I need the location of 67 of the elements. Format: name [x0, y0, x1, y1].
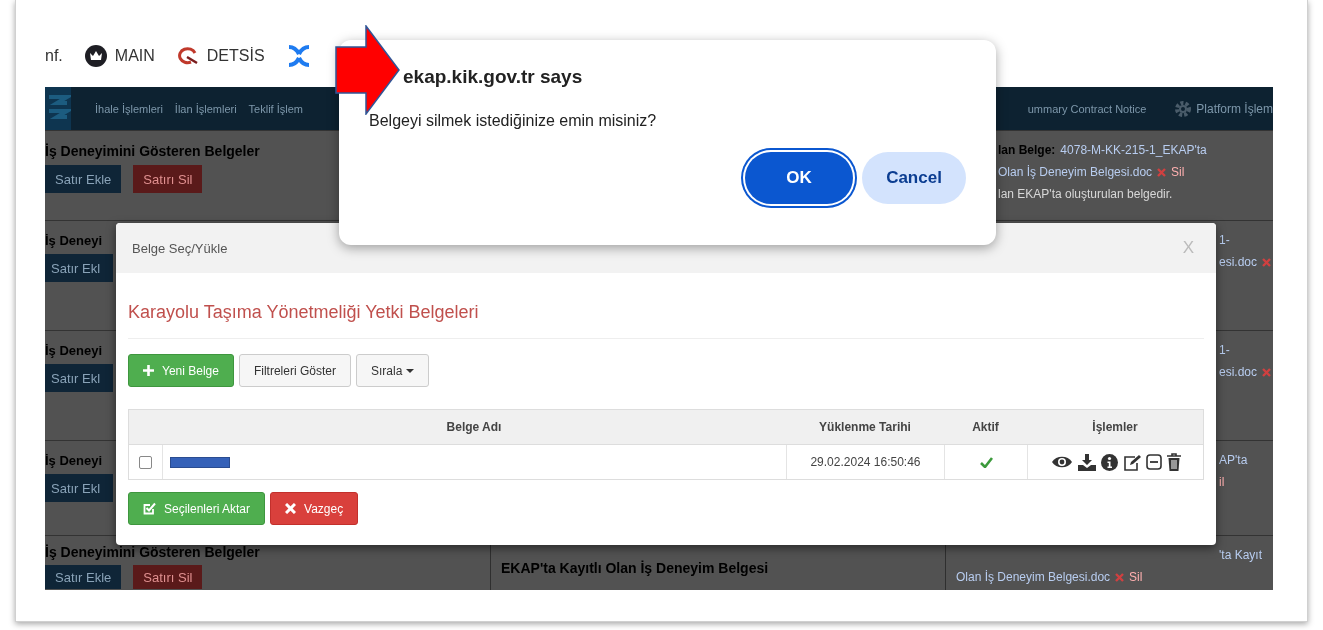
- note-text: lan EKAP'ta oluşturulan belgedir.: [998, 187, 1173, 201]
- cancel-button[interactable]: Cancel: [862, 152, 966, 204]
- swirl-icon: [176, 46, 199, 65]
- column-header: Belge Adı: [446, 420, 502, 434]
- minus-square-icon[interactable]: [1145, 454, 1162, 470]
- field-label: lan Belge:: [998, 143, 1056, 157]
- file-link[interactable]: 1-: [1219, 343, 1230, 357]
- logo-icon: [45, 87, 71, 130]
- file-link[interactable]: esi.doc: [1219, 365, 1258, 379]
- add-row-button[interactable]: Satır Ekle: [45, 565, 122, 589]
- add-row-button[interactable]: Satır Ekl: [45, 474, 113, 502]
- dialog-title: Belge Seç/Yükle: [132, 240, 228, 256]
- delete-link[interactable]: Sil: [1171, 165, 1185, 179]
- check-square-icon: [143, 502, 156, 515]
- bookmark-label[interactable]: nf.: [45, 46, 63, 65]
- crown-icon: [84, 44, 107, 67]
- sort-button[interactable]: Sırala: [355, 354, 430, 387]
- eye-icon[interactable]: [1050, 455, 1073, 469]
- info-icon[interactable]: [1100, 453, 1118, 471]
- section-title: İş Deneyimini Gösteren Belgeler: [45, 544, 260, 560]
- filter-button[interactable]: Filtreleri Göster: [238, 354, 351, 387]
- cancel-button[interactable]: Vazgeç: [270, 492, 359, 525]
- section-title: İş Deneyi: [45, 453, 103, 468]
- add-row-button[interactable]: Satır Ekl: [45, 254, 113, 282]
- caret-icon: [406, 368, 415, 373]
- cross-icon[interactable]: [286, 44, 311, 67]
- delete-row-button[interactable]: Satırı Sil: [133, 165, 203, 193]
- delete-link[interactable]: il: [1219, 475, 1225, 489]
- file-link[interactable]: Olan İş Deneyim Belgesi.doc: [956, 570, 1111, 584]
- nav-item[interactable]: Teklif İşlem: [248, 102, 303, 115]
- close-icon: [285, 503, 297, 514]
- nav-item[interactable]: İlan İşlemleri: [174, 102, 237, 115]
- section-title: İş Deneyi: [45, 343, 103, 358]
- new-document-button[interactable]: Yeni Belge: [128, 354, 234, 387]
- file-link[interactable]: 4078-M-KK-215-1_EKAP'ta: [1060, 143, 1207, 157]
- download-icon[interactable]: [1077, 453, 1096, 471]
- document-title: EKAP'ta Kayıtlı Olan İş Deneyim Belgesi: [501, 560, 769, 576]
- dialog-heading: Karayolu Taşıma Yönetmeliği Yetki Belgeleri: [128, 273, 1204, 339]
- file-link[interactable]: 'ta Kayıt: [1219, 548, 1262, 562]
- plus-icon: [143, 365, 154, 376]
- nav-item[interactable]: Platform İşlem: [1196, 101, 1273, 116]
- delete-row-button[interactable]: Satırı Sil: [133, 565, 203, 589]
- trash-icon[interactable]: [1166, 453, 1181, 471]
- table-cell: 29.02.2024 16:50:46: [810, 455, 921, 469]
- add-row-button[interactable]: Satır Ekle: [45, 165, 122, 193]
- alert-title: ekap.kik.gov.tr says: [402, 66, 584, 88]
- row-checkbox[interactable]: [139, 455, 152, 469]
- settings-icon[interactable]: [1174, 99, 1193, 118]
- delete-link[interactable]: Sil: [1129, 570, 1143, 584]
- nav-item[interactable]: İhale İşlemleri: [95, 102, 163, 115]
- transfer-selected-button[interactable]: Seçilenleri Aktar: [128, 492, 266, 525]
- section-title: İş Deneyimini Gösteren Belgeler: [45, 143, 260, 159]
- column-header: Aktif: [972, 420, 999, 434]
- redaction-bar: [170, 456, 230, 468]
- bookmark-label[interactable]: DETSİS: [206, 46, 265, 65]
- file-link[interactable]: esi.doc: [1219, 255, 1258, 269]
- section-title: İş Deneyi: [45, 233, 103, 248]
- add-row-button[interactable]: Satır Ekl: [45, 364, 113, 392]
- nav-item[interactable]: ummary Contract Notice: [1027, 102, 1147, 115]
- edit-icon[interactable]: [1122, 453, 1141, 471]
- column-header: Yüklenme Tarihi: [819, 420, 911, 434]
- alert-message: Belgeyi silmek istediğinize emin misiniz?: [369, 112, 658, 130]
- file-link[interactable]: AP'ta: [1219, 453, 1248, 467]
- file-link[interactable]: Olan İş Deneyim Belgesi.doc: [998, 165, 1153, 179]
- column-header: İşlemler: [1092, 420, 1138, 434]
- bookmark-label[interactable]: MAIN: [114, 46, 155, 65]
- file-link[interactable]: 1-: [1219, 233, 1230, 247]
